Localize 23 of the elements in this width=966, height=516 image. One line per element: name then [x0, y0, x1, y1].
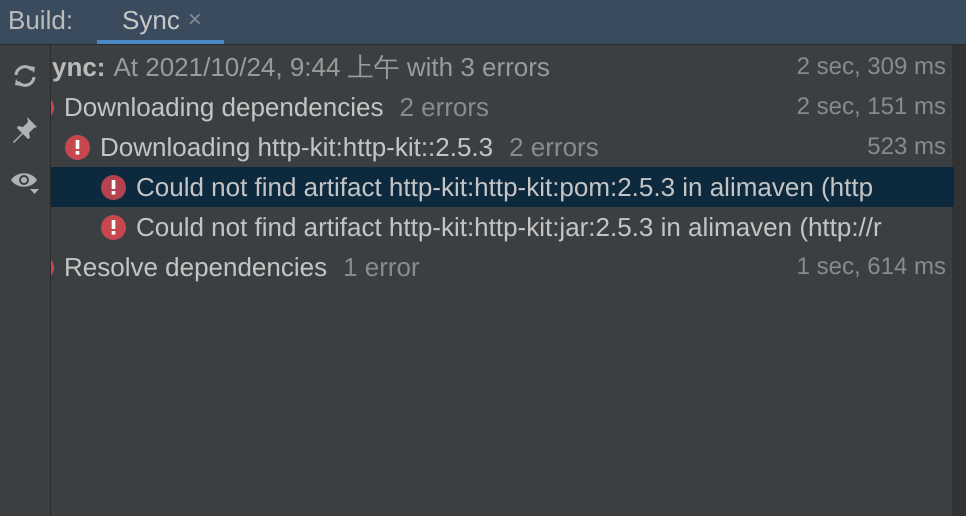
- selected-row[interactable]: Could not find artifact http-kit:http-kit:pom:2.5.3 in alimaven (http: [51, 167, 954, 207]
- tree-row[interactable]: Downloading http-kit:http-kit::2.5.3 2 errors 523 ms: [51, 127, 954, 167]
- node-title[interactable]: ync:: [52, 52, 106, 82]
- duration: 2 sec, 151 ms: [796, 92, 946, 122]
- tree-row[interactable]: Downloading dependencies 2 errors 2 sec, 151 ms: [51, 87, 954, 127]
- node-label[interactable]: At 2021/10/24, 9:44 上午 with 3 errors: [113, 50, 550, 84]
- error-count: 1 error: [343, 252, 420, 282]
- node-label[interactable]: Could not find artifact http-kit:http-kit:jar:2.5.3 in alimaven (http://r: [136, 212, 882, 242]
- node-label[interactable]: Downloading http-kit:http-kit::2.5.3: [100, 132, 494, 162]
- pin-icon[interactable]: [11, 115, 39, 143]
- panel-title: Build:: [7, 4, 74, 36]
- tree-row[interactable]: ync: At 2021/10/24, 9:44 上午 with 3 errors 2 sec, 309 ms: [51, 47, 954, 87]
- node-label[interactable]: Resolve dependencies: [64, 252, 328, 282]
- sync-icon[interactable]: [12, 63, 38, 89]
- duration: 1 sec, 614 ms: [796, 252, 946, 282]
- node-label[interactable]: Could not find artifact http-kit:http-kit:pom:2.5.3 in alimaven (http: [136, 172, 874, 202]
- tree-row[interactable]: Resolve dependencies 1 error 1 sec, 614 ms: [51, 247, 954, 287]
- node-label[interactable]: Downloading dependencies: [64, 92, 384, 122]
- duration: 523 ms: [867, 132, 946, 162]
- tree-row[interactable]: Could not find artifact http-kit:http-kit:jar:2.5.3 in alimaven (http://r: [51, 207, 954, 247]
- duration: 2 sec, 309 ms: [796, 52, 946, 82]
- error-count: 2 errors: [399, 92, 490, 122]
- error-count: 2 errors: [509, 132, 599, 162]
